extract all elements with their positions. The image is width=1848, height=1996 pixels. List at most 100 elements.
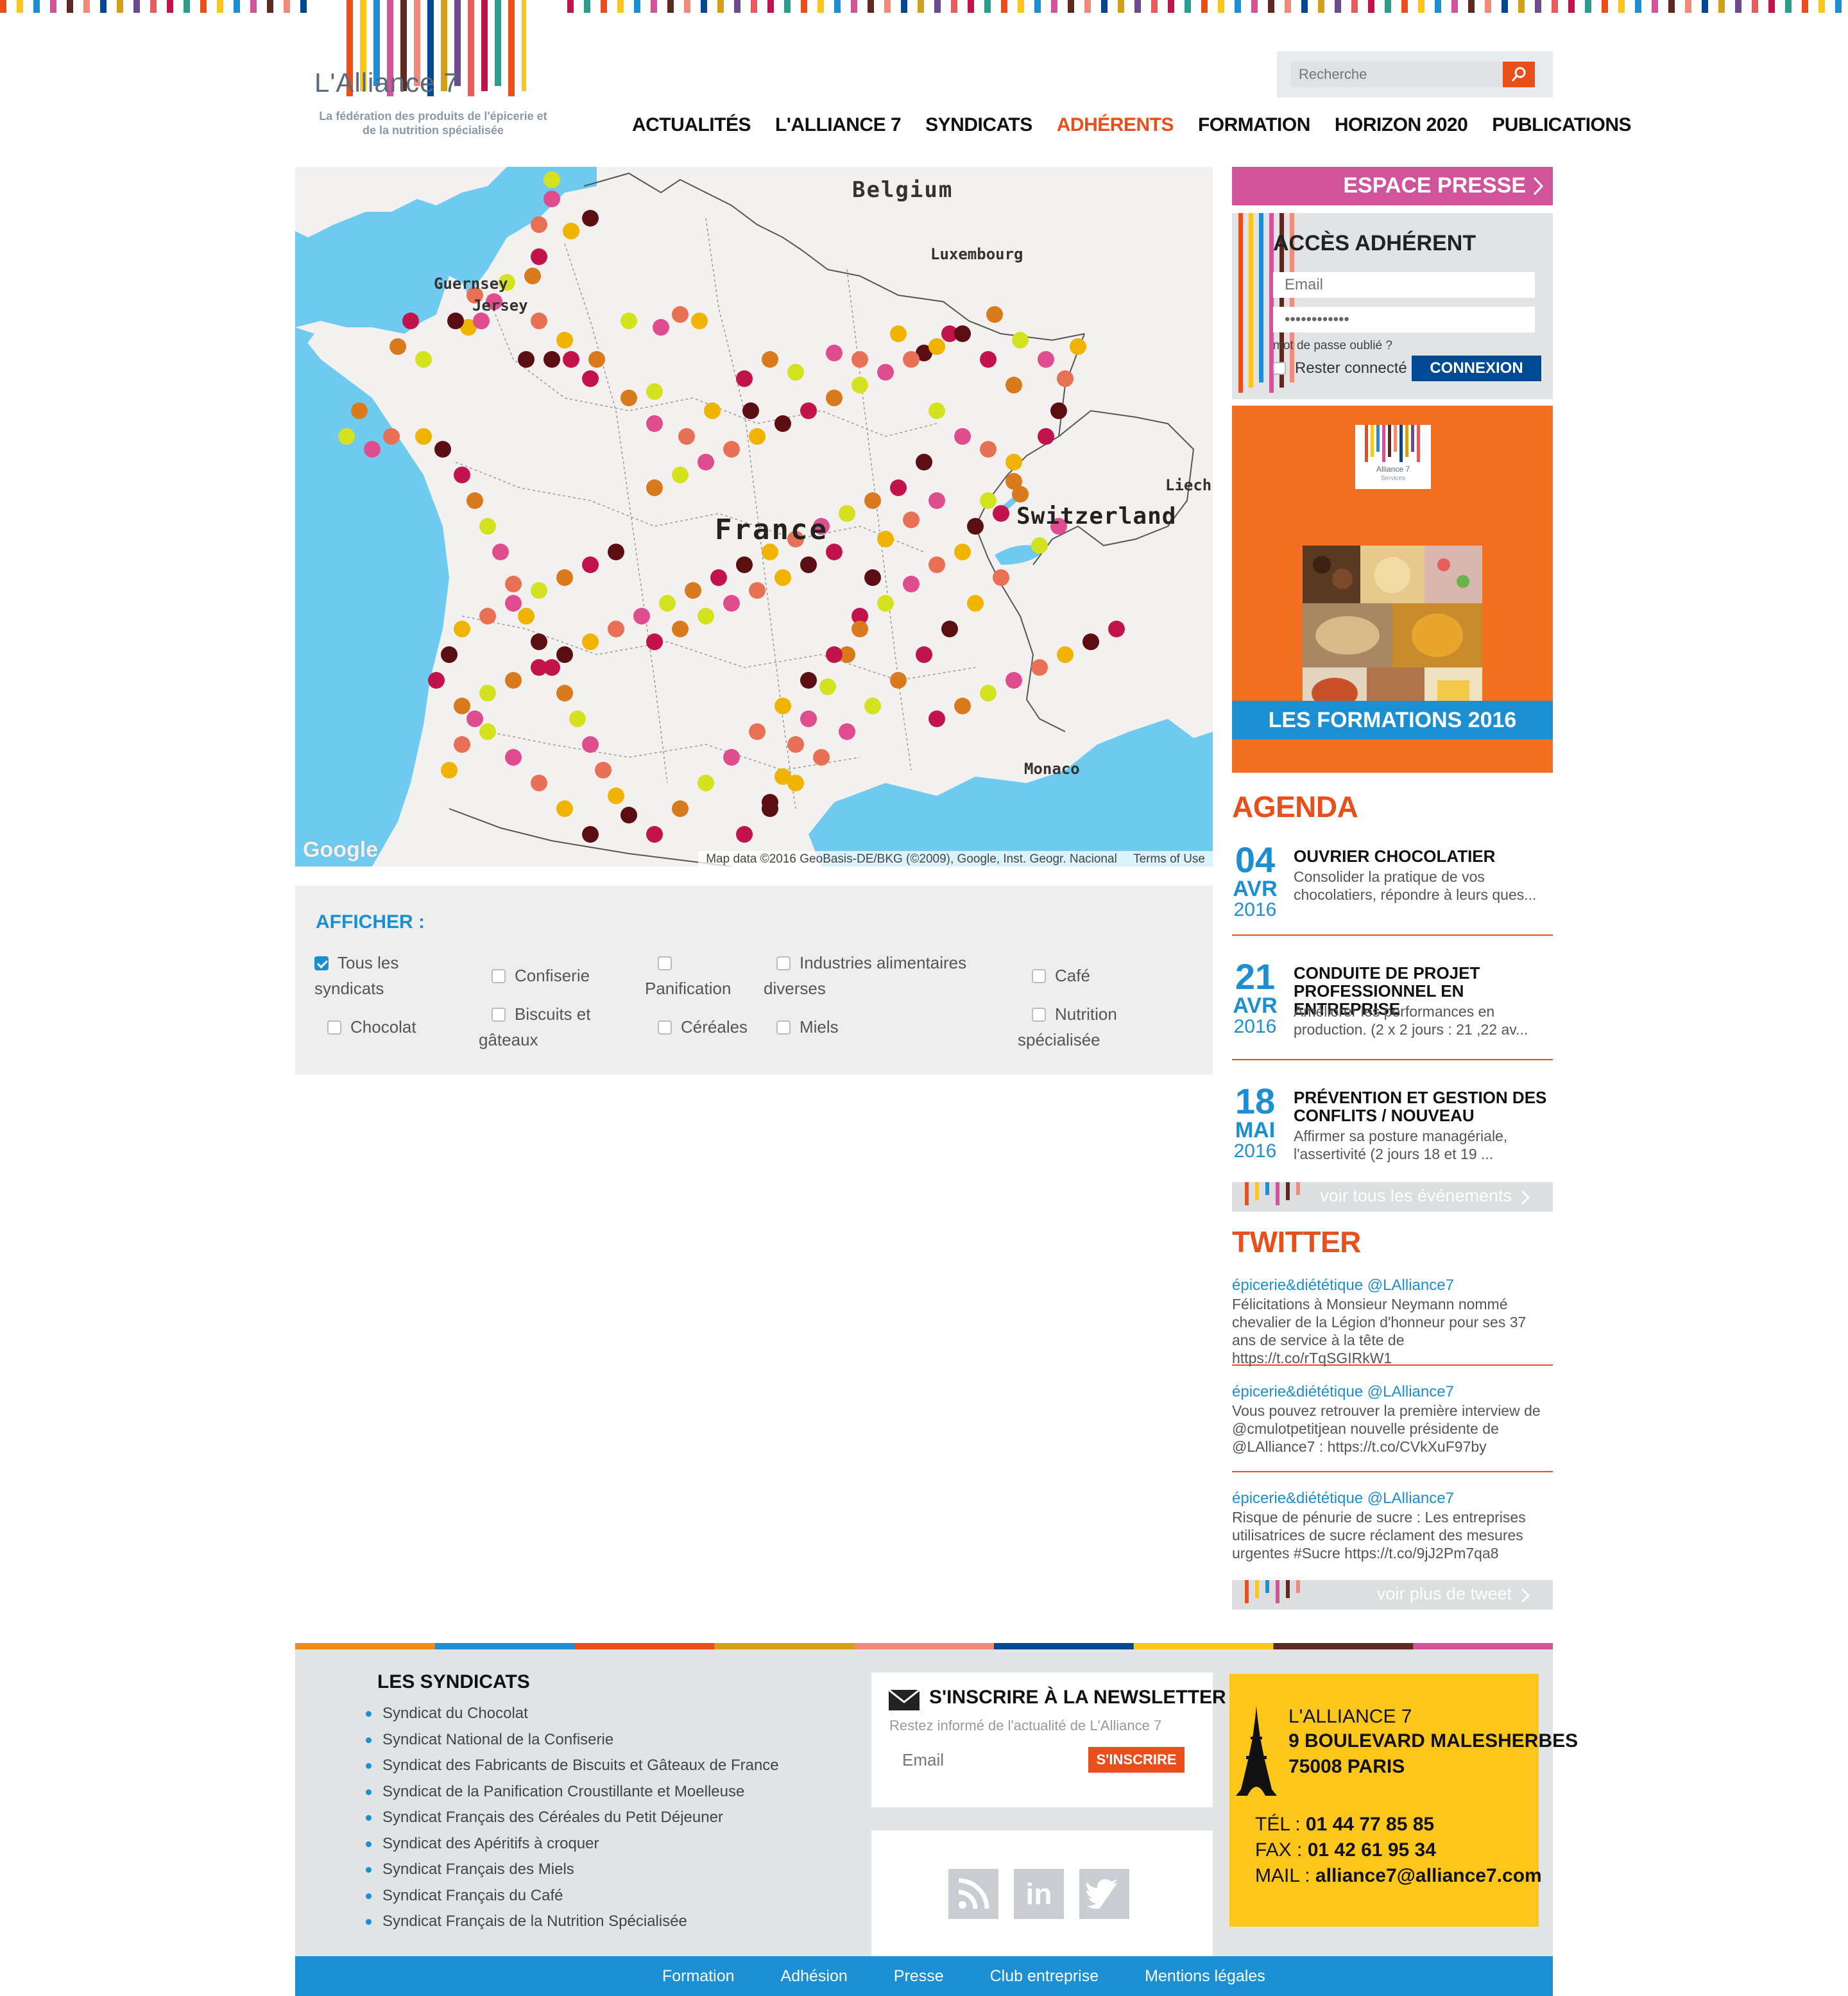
checkbox-cafe[interactable] [1032, 969, 1046, 983]
member-marker [582, 210, 599, 227]
filter-cereales[interactable]: Céréales [658, 1014, 748, 1040]
search-input[interactable] [1291, 62, 1503, 87]
more-tweets-link[interactable]: voir plus de tweet [1232, 1580, 1553, 1610]
nav-publications[interactable]: PUBLICATIONS [1492, 114, 1631, 140]
footer-link-presse[interactable]: Presse [894, 1967, 944, 1986]
members-map[interactable]: Belgium Luxembourg Guernsey Jersey Franc… [295, 167, 1213, 866]
remember-checkbox[interactable] [1273, 362, 1286, 375]
syndicat-link[interactable]: Syndicat des Apéritifs à croquer [366, 1831, 779, 1857]
stripe-dot [1518, 0, 1525, 13]
member-marker [454, 467, 470, 483]
syndicats-title: LES SYNDICATS [377, 1671, 530, 1692]
member-marker [543, 191, 560, 207]
checkbox-panification[interactable] [658, 956, 672, 970]
decor-bar [1365, 425, 1368, 462]
filter-confiserie[interactable]: Confiserie [492, 963, 590, 988]
syndicat-link[interactable]: Syndicat de la Panification Croustillant… [366, 1779, 779, 1805]
checkbox-confiserie[interactable] [492, 969, 506, 983]
member-marker [1108, 621, 1125, 637]
forgot-password-link[interactable]: mot de passe oublié ? [1273, 339, 1392, 353]
agenda-event[interactable]: 21 AVR 2016 CONDUITE DE PROJET PROFESSIO… [1232, 958, 1553, 1060]
stripe-dot [1485, 0, 1491, 13]
decor-bar [1382, 425, 1385, 462]
event-day: 21 [1235, 956, 1276, 997]
filter-miels[interactable]: Miels [776, 1014, 839, 1040]
stripe-dot [83, 0, 90, 13]
tweet-item[interactable]: épicerie&diététique @LAlliance7 Vous pou… [1232, 1382, 1553, 1472]
tweet-handle[interactable]: épicerie&diététique @LAlliance7 [1232, 1489, 1553, 1508]
syndicat-link[interactable]: Syndicat du Chocolat [366, 1701, 779, 1727]
all-events-link[interactable]: voir tous les événements [1232, 1182, 1553, 1212]
syndicats-list: Syndicat du Chocolat Syndicat National d… [366, 1701, 779, 1935]
login-email-input[interactable] [1273, 272, 1535, 298]
filter-tous-syndicats[interactable]: Tous les syndicats [314, 950, 398, 1001]
checkbox-miels[interactable] [776, 1020, 791, 1035]
syndicat-link[interactable]: Syndicat des Fabricants de Biscuits et G… [366, 1753, 779, 1779]
tweet-handle[interactable]: épicerie&diététique @LAlliance7 [1232, 1382, 1553, 1402]
twitter-icon[interactable] [1079, 1869, 1129, 1919]
syndicat-link[interactable]: Syndicat Français des Céréales du Petit … [366, 1805, 779, 1831]
checkbox-cereales[interactable] [658, 1020, 672, 1035]
checkbox-tous[interactable] [314, 956, 329, 970]
login-password-input[interactable] [1273, 307, 1535, 332]
nav-adherents[interactable]: ADHÉRENTS [1057, 114, 1174, 140]
linkedin-icon[interactable]: in [1014, 1869, 1064, 1919]
checkbox-industries[interactable] [776, 956, 791, 970]
agenda-event[interactable]: 18 MAI 2016 PRÉVENTION ET GESTION DES CO… [1232, 1082, 1553, 1172]
syndicat-link[interactable]: Syndicat Français du Café [366, 1883, 779, 1909]
member-marker [1038, 351, 1054, 368]
filter-panification[interactable]: Panification [645, 950, 731, 1001]
site-logo[interactable]: L'Alliance 7 La fédération des produits … [314, 0, 552, 141]
syndicat-link[interactable]: Syndicat Français des Miels [366, 1857, 779, 1883]
stripe-dot [1502, 0, 1508, 13]
map-label-monaco: Monaco [1024, 760, 1080, 778]
footer-link-adhesion[interactable]: Adhésion [781, 1967, 848, 1986]
search-button[interactable] [1503, 62, 1535, 87]
member-marker [967, 595, 984, 612]
nav-formation[interactable]: FORMATION [1198, 114, 1310, 140]
nav-syndicats[interactable]: SYNDICATS [925, 114, 1032, 140]
tweet-item[interactable]: épicerie&diététique @LAlliance7 Félicita… [1232, 1276, 1553, 1366]
decor-bar [1276, 1182, 1279, 1205]
event-month: MAI [1235, 1118, 1276, 1142]
stripe-dot [734, 0, 740, 13]
footer-link-club-entreprise[interactable]: Club entreprise [990, 1967, 1099, 1986]
syndicat-link[interactable]: Syndicat National de la Confiserie [366, 1727, 779, 1753]
rss-icon[interactable] [948, 1869, 998, 1919]
nav-horizon-2020[interactable]: HORIZON 2020 [1335, 114, 1468, 140]
filter-industries[interactable]: Industries alimentaires diverses [764, 950, 966, 1001]
stripe-dot [1118, 0, 1124, 13]
agenda-event[interactable]: 04 AVR 2016 OUVRIER CHOCOLATIER Consolid… [1232, 841, 1553, 936]
stripe-dot [1802, 0, 1808, 13]
newsletter-subscribe-button[interactable]: S'INSCRIRE [1088, 1747, 1185, 1773]
nav-actualites[interactable]: ACTUALITÉS [632, 114, 751, 140]
stripe-dot [1001, 0, 1007, 13]
member-marker [787, 775, 804, 791]
checkbox-chocolat[interactable] [327, 1020, 341, 1035]
checkbox-nutrition[interactable] [1032, 1008, 1046, 1022]
tweet-handle[interactable]: épicerie&diététique @LAlliance7 [1232, 1276, 1553, 1295]
filter-nutrition[interactable]: Nutrition spécialisée [1018, 1001, 1117, 1053]
filter-biscuits[interactable]: Biscuits et gâteaux [479, 1001, 591, 1053]
newsletter-email-input[interactable] [889, 1747, 1088, 1773]
footer-link-mentions-legales[interactable]: Mentions légales [1145, 1967, 1265, 1986]
checkbox-biscuits[interactable] [492, 1008, 506, 1022]
food-collage-image [1303, 546, 1482, 720]
syndicat-link[interactable]: Syndicat Français de la Nutrition Spécia… [366, 1909, 779, 1935]
tel-value[interactable]: 01 44 77 85 85 [1306, 1814, 1434, 1835]
remember-label: Rester connecté [1295, 359, 1407, 377]
terms-of-use-link[interactable]: Terms of Use [1133, 852, 1205, 866]
event-title: PRÉVENTION ET GESTION DES CONFLITS / NOU… [1294, 1088, 1547, 1125]
filter-chocolat[interactable]: Chocolat [327, 1014, 416, 1040]
mail-link[interactable]: alliance7@alliance7.com [1315, 1865, 1542, 1886]
formations-banner[interactable]: Alliance 7 Services LES FORMATIONS 2016 [1232, 406, 1553, 773]
tweet-item[interactable]: épicerie&diététique @LAlliance7 Risque d… [1232, 1489, 1553, 1572]
remember-me[interactable]: Rester connecté [1273, 359, 1407, 377]
login-button[interactable]: CONNEXION [1412, 356, 1541, 381]
nav-alliance7[interactable]: L'ALLIANCE 7 [775, 114, 902, 140]
decor-bar [1399, 425, 1403, 462]
espace-presse-button[interactable]: ESPACE PRESSE [1232, 167, 1553, 205]
filter-cafe[interactable]: Café [1032, 963, 1090, 988]
chevron-right-icon [1533, 176, 1544, 196]
footer-link-formation[interactable]: Formation [662, 1967, 735, 1986]
